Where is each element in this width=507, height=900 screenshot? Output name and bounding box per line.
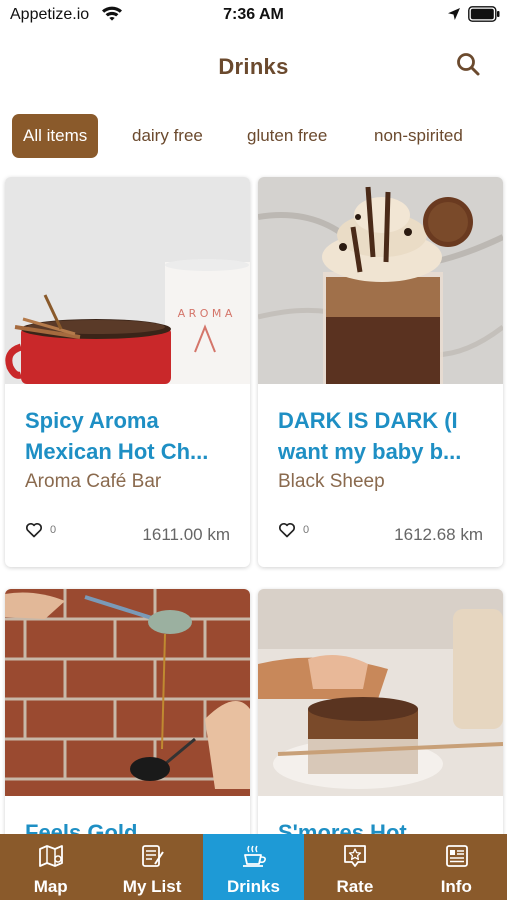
drink-photo-honey-spoons <box>5 589 250 796</box>
venue-name: Aroma Café Bar <box>25 471 162 492</box>
battery-icon <box>468 6 500 22</box>
tab-my-list[interactable]: My List <box>101 834 202 900</box>
tab-label: Map <box>33 877 68 896</box>
bottom-tab-bar: Map My List Drinks Rate Info <box>0 834 507 900</box>
drink-title: Spicy Aroma Mexican Hot Ch... <box>25 405 237 467</box>
info-card-icon <box>445 845 468 867</box>
drink-photo-hot-chocolate: A R O M A <box>5 177 250 384</box>
clock-time: 7:36 AM <box>223 6 284 23</box>
drink-card[interactable]: DARK IS DARK (I want my baby b... Black … <box>258 177 503 567</box>
tab-rate[interactable]: Rate <box>304 834 405 900</box>
filter-chip-all-items[interactable]: All items <box>12 114 99 158</box>
tab-drinks[interactable]: Drinks <box>202 834 305 900</box>
distance-label: 1612.68 km <box>394 525 483 544</box>
status-bar: Appetize.io 7:36 AM <box>0 0 507 30</box>
like-count: 0 <box>303 524 310 536</box>
tab-label: Rate <box>336 877 374 896</box>
filter-bar: All items dairy free gluten free non-spi… <box>0 114 507 158</box>
drink-title-line: DARK IS DARK (I <box>278 408 458 433</box>
tab-info[interactable]: Info <box>406 834 507 900</box>
filter-chip-dairy-free[interactable]: dairy free <box>132 114 203 158</box>
list-icon <box>142 845 165 867</box>
drink-photo-smores <box>258 589 503 796</box>
tab-label: My List <box>122 877 182 896</box>
filter-chip-gluten-free[interactable]: gluten free <box>247 114 327 158</box>
map-icon <box>39 845 63 867</box>
tab-label: Info <box>440 877 472 896</box>
svg-text:A R O M A: A R O M A <box>178 307 233 320</box>
drink-card[interactable]: A R O M A Spicy Aroma Mexican Hot Ch... … <box>5 177 250 567</box>
star-badge-icon <box>344 845 367 867</box>
drink-photo-frappe <box>258 177 503 384</box>
tab-map[interactable]: Map <box>0 834 101 900</box>
venue-name: Black Sheep <box>278 471 385 492</box>
heart-icon[interactable] <box>278 521 296 539</box>
distance-label: 1611.00 km <box>142 525 230 544</box>
coffee-cup-icon <box>242 845 266 867</box>
app-header: Drinks <box>0 38 507 94</box>
location-icon <box>448 8 460 20</box>
drink-title-line: Spicy Aroma <box>25 408 159 433</box>
drink-title: DARK IS DARK (I want my baby b... <box>278 405 490 467</box>
filter-chip-non-spirited[interactable]: non-spirited <box>374 114 463 158</box>
heart-icon[interactable] <box>25 521 43 539</box>
like-count: 0 <box>50 524 57 536</box>
page-title: Drinks <box>218 54 289 79</box>
drink-title-line: want my baby b... <box>278 439 462 464</box>
drink-title-line: Mexican Hot Ch... <box>25 439 209 464</box>
search-icon[interactable] <box>452 48 486 82</box>
tab-label: Drinks <box>227 877 280 896</box>
search-button[interactable] <box>452 48 486 82</box>
